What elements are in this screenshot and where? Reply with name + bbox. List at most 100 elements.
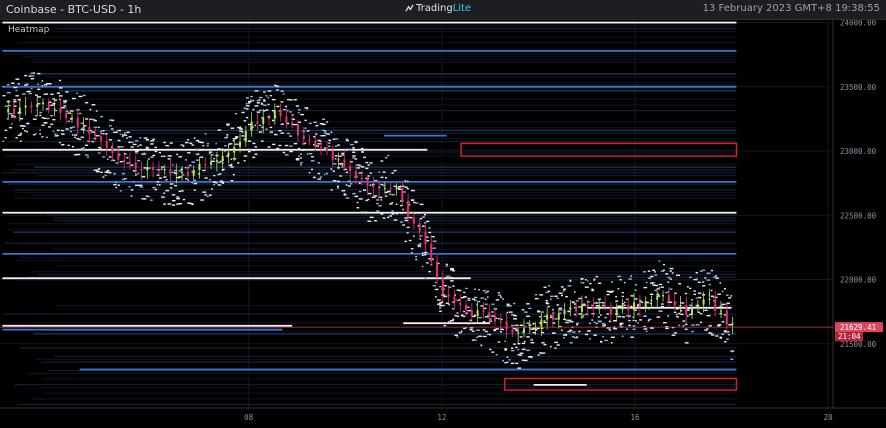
- trade-bubble: [254, 146, 258, 148]
- trade-bubble: [728, 324, 733, 326]
- trade-bubble: [391, 172, 394, 174]
- trade-bubble: [476, 329, 480, 331]
- liquidity-level: [2, 21, 737, 24]
- trade-bubble: [234, 113, 238, 115]
- heatmap-band: [52, 330, 737, 332]
- trade-bubble: [558, 292, 563, 294]
- trade-bubble: [193, 182, 198, 185]
- trade-bubble: [697, 296, 702, 299]
- trade-bubble: [463, 327, 466, 330]
- trade-bubble: [397, 188, 402, 190]
- trade-bubble: [178, 156, 182, 158]
- trade-bubble: [50, 123, 54, 126]
- heatmap-band: [28, 73, 737, 75]
- trade-bubble: [84, 118, 89, 120]
- trade-bubble: [500, 296, 502, 298]
- candle-body: [53, 108, 56, 110]
- trade-bubble: [541, 311, 544, 313]
- trade-bubble: [76, 148, 80, 151]
- trade-bubble: [582, 304, 586, 307]
- trade-bubble: [513, 343, 516, 345]
- trade-bubble: [463, 291, 466, 294]
- trade-bubble: [510, 324, 515, 327]
- trade-bubble: [221, 168, 225, 171]
- trade-bubble: [656, 288, 660, 290]
- trade-bubble: [478, 316, 482, 319]
- trade-bubble: [532, 322, 535, 325]
- trade-bubble: [2, 95, 6, 97]
- heatmap-chart[interactable]: 24000.00 23500.00 23000.00 22500.00 22000.00…: [0, 20, 886, 428]
- trade-bubble: [617, 315, 622, 318]
- trade-bubble: [669, 267, 674, 270]
- trade-bubble: [82, 94, 86, 97]
- heatmap-band: [49, 30, 737, 33]
- liquidity-level: [2, 85, 737, 88]
- trade-bubble: [191, 161, 196, 163]
- last-price-label: 21629.41: [840, 323, 876, 332]
- trade-bubble: [684, 328, 688, 330]
- trade-bubble: [215, 182, 218, 184]
- price-tick-label: 23000.00: [840, 147, 877, 156]
- trade-bubble: [676, 316, 679, 318]
- candle-body: [418, 223, 421, 232]
- trade-bubble: [78, 138, 81, 141]
- trade-bubble: [276, 147, 280, 150]
- trade-bubble: [406, 232, 409, 234]
- trade-bubble: [143, 167, 147, 169]
- trade-bubble: [391, 213, 395, 215]
- candle-body: [522, 328, 525, 333]
- trade-bubble: [297, 147, 301, 150]
- trade-bubble: [108, 125, 112, 127]
- trade-bubble: [174, 169, 178, 172]
- heatmap-band: [52, 121, 737, 123]
- trade-bubble: [384, 157, 388, 159]
- trade-bubble: [376, 202, 379, 205]
- trade-bubble: [69, 110, 74, 112]
- trade-bubble: [182, 174, 185, 176]
- trade-bubble: [284, 154, 289, 156]
- candle-body: [389, 187, 392, 189]
- candle-body: [395, 187, 398, 189]
- trade-bubble: [678, 283, 682, 285]
- trade-bubble: [630, 305, 632, 308]
- heatmap-band: [56, 265, 737, 267]
- trade-bubble: [519, 352, 524, 354]
- trade-bubble: [239, 128, 243, 130]
- candle-body: [627, 304, 630, 311]
- trade-bubble: [187, 139, 190, 141]
- trade-bubble: [665, 291, 667, 294]
- trade-bubble: [454, 314, 457, 317]
- candle-body: [59, 108, 62, 113]
- trade-bubble: [456, 299, 459, 301]
- trade-bubble: [426, 262, 429, 264]
- trade-bubble: [602, 323, 605, 325]
- trade-bubble: [332, 163, 337, 165]
- candle-body: [65, 112, 68, 119]
- trade-bubble: [26, 131, 28, 133]
- trade-bubble: [617, 288, 620, 290]
- trade-bubble: [15, 89, 18, 92]
- trade-bubble: [491, 303, 495, 305]
- trade-bubble: [287, 122, 289, 125]
- trade-bubble: [680, 313, 684, 316]
- trade-bubble: [504, 362, 507, 364]
- trade-bubble: [252, 149, 256, 152]
- candle-body: [325, 148, 328, 151]
- heatmap-band: [13, 231, 737, 233]
- candle-body: [667, 295, 670, 302]
- trade-bubble: [13, 99, 17, 101]
- trade-bubble: [63, 105, 67, 107]
- candle-body: [204, 163, 207, 166]
- heatmap-band: [31, 398, 737, 400]
- trade-bubble: [487, 290, 489, 293]
- trade-bubble: [169, 183, 174, 185]
- trade-bubble: [686, 286, 689, 288]
- trade-bubble: [4, 136, 7, 139]
- trade-bubble: [517, 367, 522, 369]
- trade-bubble: [586, 330, 591, 332]
- trade-bubble: [263, 104, 267, 106]
- trade-bubble: [571, 331, 576, 333]
- chart-area[interactable]: Heatmap 24000.00 23500.00 23000.00 22500.00…: [0, 20, 886, 428]
- trade-bubble: [341, 190, 346, 192]
- trade-bubble: [211, 160, 215, 163]
